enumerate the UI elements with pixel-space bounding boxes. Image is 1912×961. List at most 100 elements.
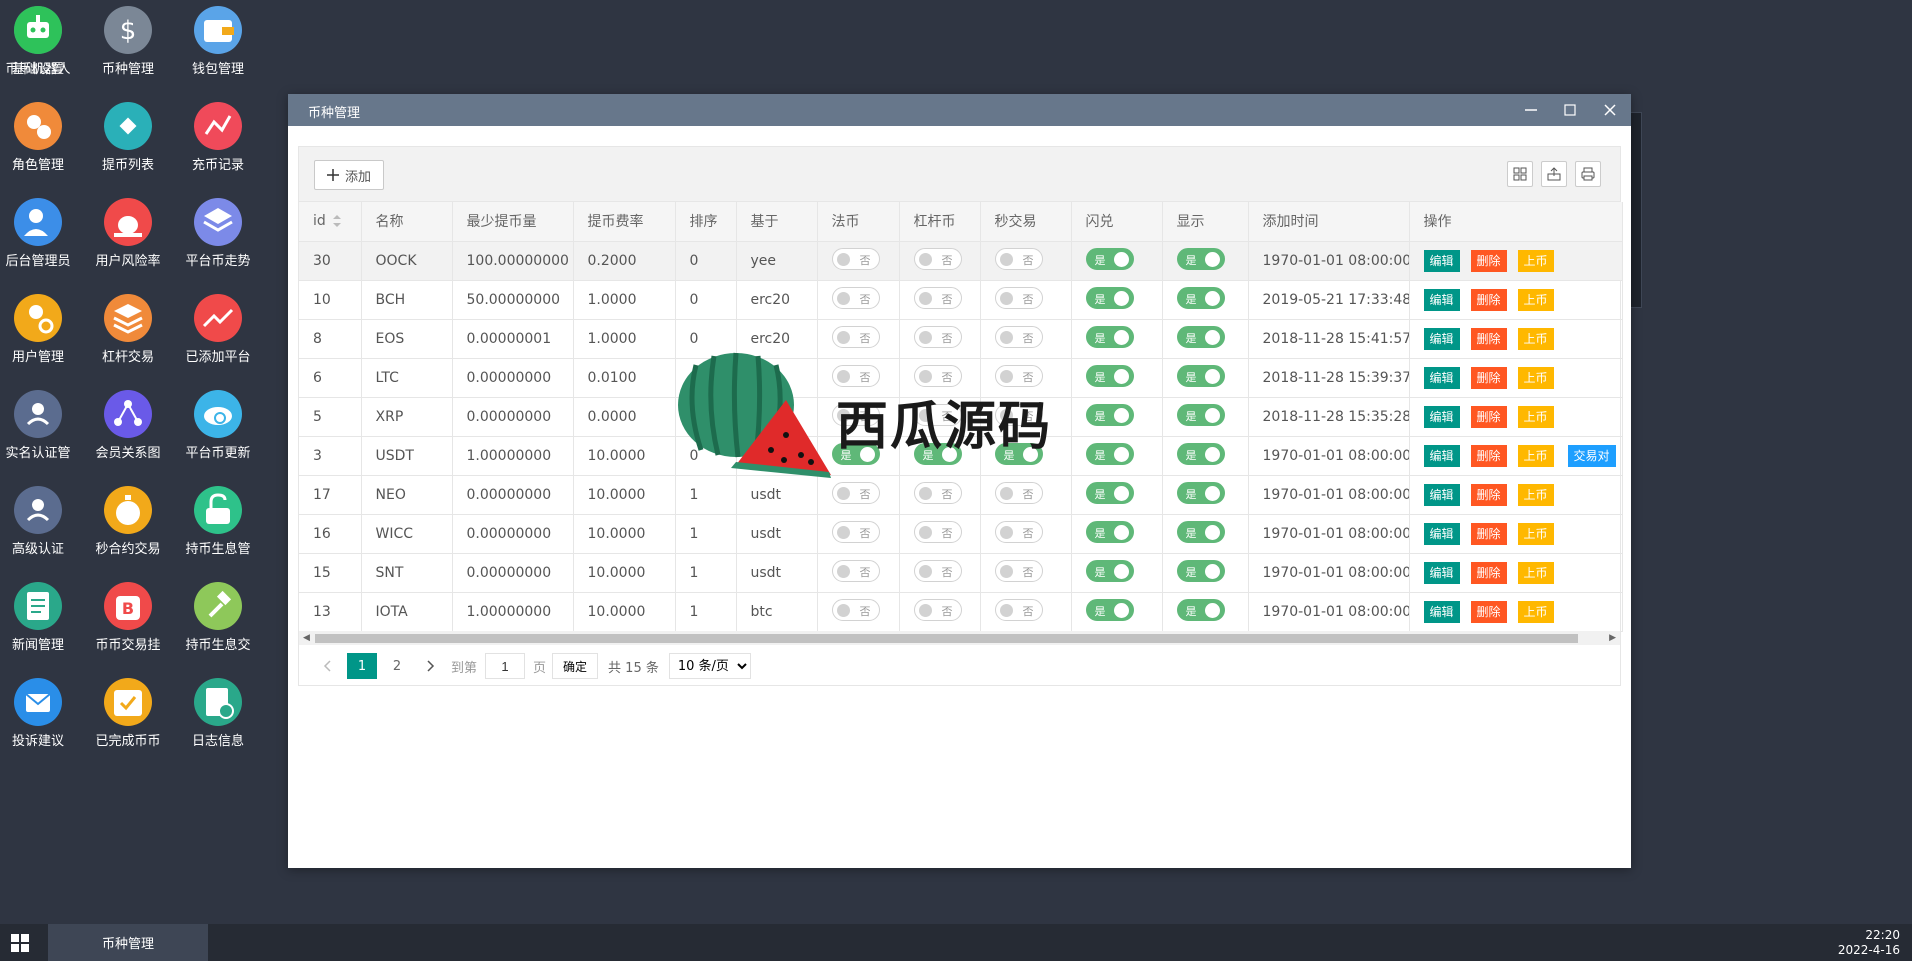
desktop-icon-role[interactable]: 角色管理 — [0, 96, 83, 188]
goto-confirm-button[interactable]: 确定 — [552, 653, 599, 679]
delete-button[interactable]: 删除 — [1470, 561, 1507, 584]
list-coin-button[interactable]: 上币 — [1517, 522, 1554, 545]
edit-button[interactable]: 编辑 — [1423, 405, 1460, 428]
delete-button[interactable]: 删除 — [1470, 249, 1507, 272]
lever-toggle[interactable]: 否 — [913, 286, 962, 309]
horizontal-scrollbar[interactable]: ◀ ▶ — [299, 631, 1620, 645]
delete-button[interactable]: 删除 — [1470, 288, 1507, 311]
table-row[interactable]: 10 BCH 50.00000000 1.0000 0 erc20 否 否 否 是 是 2019-05… — [299, 280, 1623, 320]
second-trade-toggle[interactable]: 否 — [994, 481, 1043, 504]
sort-icon[interactable] — [332, 214, 342, 228]
fiat-toggle[interactable]: 否 — [831, 520, 880, 543]
display-toggle[interactable]: 是 — [1176, 247, 1225, 270]
desktop-icon-bitcoin[interactable]: B 币币交易挂 — [83, 576, 173, 668]
list-coin-button[interactable]: 上币 — [1517, 249, 1554, 272]
edit-button[interactable]: 编辑 — [1423, 483, 1460, 506]
page-size-select[interactable]: 10 条/页 — [668, 653, 751, 679]
delete-button[interactable]: 删除 — [1470, 444, 1507, 467]
desktop-icon-unlock[interactable]: 持币生息管 — [173, 480, 263, 572]
columns-filter-button[interactable] — [1507, 161, 1533, 187]
lever-toggle[interactable]: 否 — [913, 520, 962, 543]
lever-toggle[interactable]: 否 — [913, 598, 962, 621]
second-trade-toggle[interactable]: 否 — [994, 286, 1043, 309]
flash-exchange-toggle[interactable]: 是 — [1085, 520, 1134, 543]
edit-button[interactable]: 编辑 — [1423, 327, 1460, 350]
desktop-icon-dollar[interactable]: $ 币种管理 — [83, 0, 173, 92]
desktop-icon-trend[interactable]: 已添加平台 — [173, 288, 263, 380]
close-button[interactable] — [1590, 94, 1630, 126]
desktop-icon-stack[interactable]: 杠杆交易 — [83, 288, 173, 380]
desktop-icon-advanced-verify[interactable]: 高级认证 — [0, 480, 83, 572]
add-button[interactable]: 添加 — [314, 160, 385, 190]
edit-button[interactable]: 编辑 — [1423, 600, 1460, 623]
lever-toggle[interactable]: 否 — [913, 481, 962, 504]
prev-page-button[interactable] — [313, 653, 341, 679]
table-row[interactable]: 16 WICC 0.00000000 10.0000 1 usdt 否 否 否 是 是 1970-01… — [299, 514, 1623, 554]
page-2-button[interactable]: 2 — [383, 653, 411, 679]
desktop-icon-verify-user[interactable]: 实名认证管 — [0, 384, 83, 476]
second-trade-toggle[interactable]: 否 — [994, 247, 1043, 270]
lever-toggle[interactable]: 否 — [913, 247, 962, 270]
delete-button[interactable]: 删除 — [1470, 405, 1507, 428]
display-toggle[interactable]: 是 — [1176, 325, 1225, 348]
second-trade-toggle[interactable]: 否 — [994, 559, 1043, 582]
list-coin-button[interactable]: 上币 — [1517, 405, 1554, 428]
edit-button[interactable]: 编辑 — [1423, 444, 1460, 467]
desktop-icon-done[interactable]: 已完成币币 — [83, 672, 173, 764]
desktop-icon-cloud-sync[interactable]: 平台币更新 — [173, 384, 263, 476]
list-coin-button[interactable]: 上币 — [1517, 483, 1554, 506]
table-row[interactable]: 15 SNT 0.00000000 10.0000 1 usdt 否 否 否 是 是 1970-01-… — [299, 553, 1623, 593]
flash-exchange-toggle[interactable]: 是 — [1085, 247, 1134, 270]
goto-page-input[interactable] — [485, 653, 526, 679]
display-toggle[interactable]: 是 — [1176, 598, 1225, 621]
page-1-button[interactable]: 1 — [347, 653, 377, 679]
edit-button[interactable]: 编辑 — [1423, 522, 1460, 545]
scrollbar-thumb[interactable] — [315, 634, 1578, 643]
table-row[interactable]: 30 OOCK 100.00000000 0.2000 0 yee 否 否 否 是 是 1970-01… — [299, 241, 1623, 281]
list-coin-button[interactable]: 上币 — [1517, 561, 1554, 584]
delete-button[interactable]: 删除 — [1470, 600, 1507, 623]
desktop-icon-mail[interactable]: 投诉建议 — [0, 672, 83, 764]
desktop-icon-robot[interactable]: 币币机器人 — [0, 0, 83, 92]
desktop-icon-user-search[interactable]: 用户管理 — [0, 288, 83, 380]
display-toggle[interactable]: 是 — [1176, 481, 1225, 504]
list-coin-button[interactable]: 上币 — [1517, 444, 1554, 467]
export-button[interactable] — [1541, 161, 1567, 187]
desktop-icon-network[interactable]: 会员关系图 — [83, 384, 173, 476]
trading-pair-button[interactable]: 交易对 — [1567, 444, 1616, 467]
taskbar-item-coin-management[interactable]: 币种管理 — [48, 924, 208, 961]
flash-exchange-toggle[interactable]: 是 — [1085, 559, 1134, 582]
fiat-toggle[interactable]: 否 — [831, 325, 880, 348]
maximize-button[interactable] — [1550, 94, 1590, 126]
minimize-button[interactable] — [1511, 94, 1551, 126]
delete-button[interactable]: 删除 — [1470, 522, 1507, 545]
desktop-icon-log[interactable]: 日志信息 — [173, 672, 263, 764]
second-trade-toggle[interactable]: 否 — [994, 598, 1043, 621]
list-coin-button[interactable]: 上币 — [1517, 288, 1554, 311]
fiat-toggle[interactable]: 否 — [831, 481, 880, 504]
fiat-toggle[interactable]: 否 — [831, 559, 880, 582]
print-button[interactable] — [1575, 161, 1601, 187]
display-toggle[interactable]: 是 — [1176, 403, 1225, 426]
desktop-icon-layers[interactable]: 平台币走势 — [173, 192, 263, 284]
list-coin-button[interactable]: 上币 — [1517, 600, 1554, 623]
table-row[interactable]: 13 IOTA 1.00000000 10.0000 1 btc 否 否 否 是 是 1970-01-… — [299, 592, 1623, 632]
flash-exchange-toggle[interactable]: 是 — [1085, 598, 1134, 621]
second-trade-toggle[interactable]: 否 — [994, 325, 1043, 348]
flash-exchange-toggle[interactable]: 是 — [1085, 403, 1134, 426]
fiat-toggle[interactable]: 否 — [831, 598, 880, 621]
fiat-toggle[interactable]: 否 — [831, 286, 880, 309]
display-toggle[interactable]: 是 — [1176, 364, 1225, 387]
edit-button[interactable]: 编辑 — [1423, 288, 1460, 311]
desktop-icon-news[interactable]: 新闻管理 — [0, 576, 83, 668]
flash-exchange-toggle[interactable]: 是 — [1085, 481, 1134, 504]
display-toggle[interactable]: 是 — [1176, 442, 1225, 465]
delete-button[interactable]: 删除 — [1470, 483, 1507, 506]
desktop-icon-alarm[interactable]: 用户风险率 — [83, 192, 173, 284]
display-toggle[interactable]: 是 — [1176, 520, 1225, 543]
edit-button[interactable]: 编辑 — [1423, 366, 1460, 389]
start-button[interactable] — [10, 933, 30, 953]
desktop-icon-stopwatch[interactable]: 秒合约交易 — [83, 480, 173, 572]
list-coin-button[interactable]: 上币 — [1517, 327, 1554, 350]
desktop-icon-wallet[interactable]: 钱包管理 — [173, 0, 263, 92]
